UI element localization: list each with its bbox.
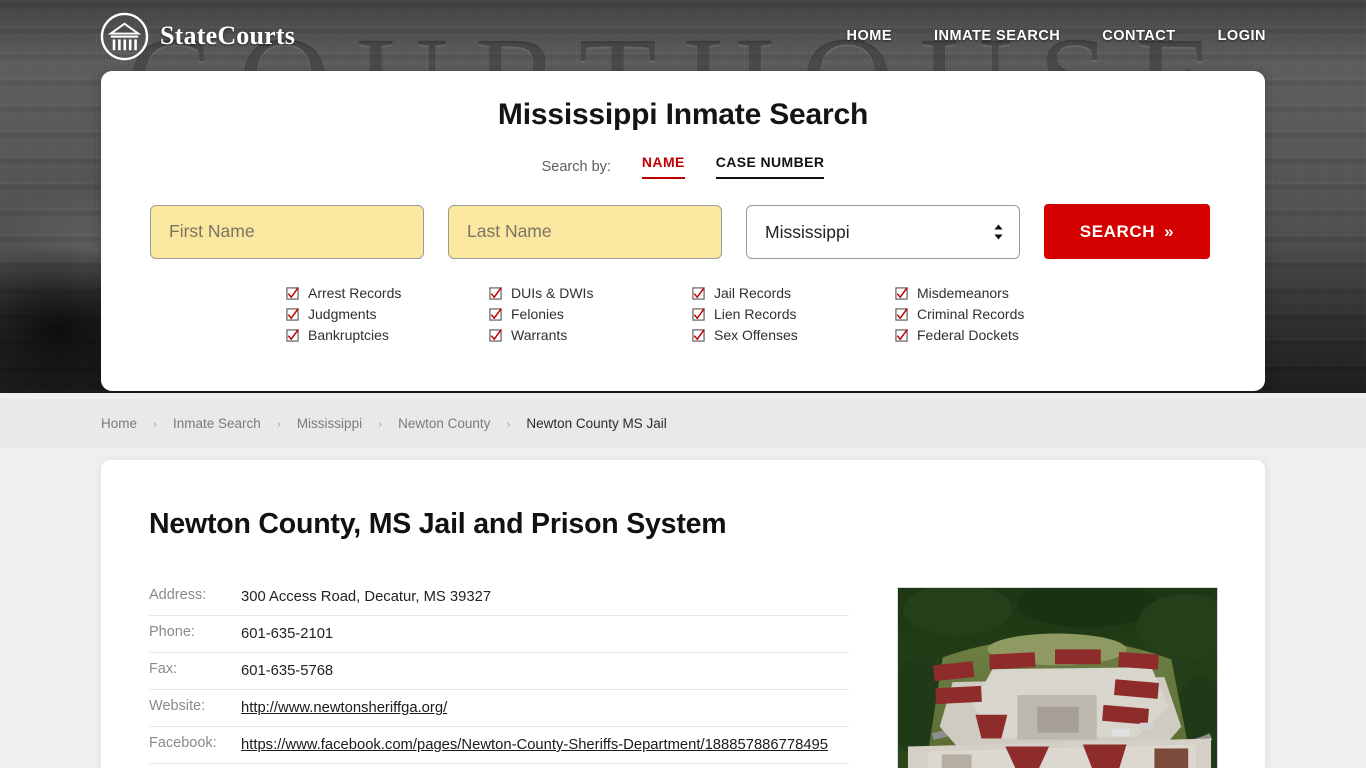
record-type-label: Federal Dockets <box>917 327 1019 343</box>
nav-item-contact[interactable]: CONTACT <box>1102 28 1175 44</box>
checkbox-checked-icon <box>286 328 299 342</box>
record-type-list: Arrest Records DUIs & DWIs Jail Records <box>101 285 1265 343</box>
search-form: Mississippi SEARCH » <box>101 204 1265 259</box>
search-by-label: Search by: <box>541 158 611 175</box>
record-type-item[interactable]: Federal Dockets <box>895 327 1098 343</box>
table-row: Website: http://www.newtonsheriffga.org/ <box>149 690 849 727</box>
breadcrumb-item-current: Newton County MS Jail <box>526 416 667 431</box>
info-label: Fax: <box>149 661 178 677</box>
checkbox-checked-icon <box>489 307 502 321</box>
checkbox-checked-icon <box>895 286 908 300</box>
record-type-item[interactable]: DUIs & DWIs <box>489 285 692 301</box>
record-type-item[interactable]: Lien Records <box>692 306 895 322</box>
record-type-label: Sex Offenses <box>714 327 798 343</box>
record-type-item[interactable]: Judgments <box>286 306 489 322</box>
search-button-label: SEARCH <box>1079 221 1156 241</box>
brand-name: StateCourts <box>160 21 296 50</box>
record-type-label: DUIs & DWIs <box>511 285 594 301</box>
record-type-item[interactable]: Misdemeanors <box>895 285 1098 301</box>
breadcrumb-item-newton-county[interactable]: Newton County <box>398 416 490 431</box>
record-type-label: Warrants <box>511 327 568 343</box>
record-type-label: Felonies <box>511 306 564 322</box>
record-type-label: Bankruptcies <box>308 327 389 343</box>
tab-name[interactable]: NAME <box>641 154 685 179</box>
state-select-wrapper: Mississippi <box>746 204 1020 259</box>
breadcrumb-separator-icon: › <box>276 416 281 431</box>
facility-body: Address: 300 Access Road, Decatur, MS 39… <box>149 587 1218 768</box>
hero-banner: COURTHOUSE StateCourts HOME INMATE SEARC… <box>0 0 1366 393</box>
checkbox-checked-icon <box>895 307 908 321</box>
table-row: Fax: 601-635-5768 <box>149 653 849 690</box>
checkbox-checked-icon <box>895 328 908 342</box>
breadcrumb-item-mississippi[interactable]: Mississippi <box>297 416 362 431</box>
checkbox-checked-icon <box>286 286 299 300</box>
checkbox-checked-icon <box>692 286 705 300</box>
top-navigation-bar: StateCourts HOME INMATE SEARCH CONTACT L… <box>0 0 1366 72</box>
record-type-item[interactable]: Sex Offenses <box>692 327 895 343</box>
double-chevron-right-icon: » <box>1164 222 1175 241</box>
record-type-item[interactable]: Jail Records <box>692 285 895 301</box>
first-name-input[interactable] <box>150 204 424 259</box>
checkbox-checked-icon <box>489 286 502 300</box>
table-row: Address: 300 Access Road, Decatur, MS 39… <box>149 587 849 616</box>
record-type-label: Misdemeanors <box>917 285 1009 301</box>
nav-item-login[interactable]: LOGIN <box>1218 28 1266 44</box>
facility-aerial-photo <box>897 587 1218 768</box>
search-by-row: Search by: NAME CASE NUMBER <box>101 154 1265 179</box>
breadcrumb-separator-icon: › <box>153 416 158 431</box>
search-button[interactable]: SEARCH » <box>1044 204 1210 259</box>
nav-item-home[interactable]: HOME <box>847 28 893 44</box>
website-link[interactable]: http://www.newtonsheriffga.org/ <box>241 698 447 719</box>
breadcrumb-separator-icon: › <box>378 416 383 431</box>
breadcrumb: Home › Inmate Search › Mississippi › New… <box>0 399 1366 448</box>
record-type-label: Judgments <box>308 306 377 322</box>
page-title: Newton County, MS Jail and Prison System <box>149 508 727 540</box>
record-type-label: Jail Records <box>714 285 792 301</box>
facebook-link[interactable]: https://www.facebook.com/pages/Newton-Co… <box>241 735 828 756</box>
info-value-address: 300 Access Road, Decatur, MS 39327 <box>241 589 492 605</box>
courthouse-emblem-icon <box>100 12 149 60</box>
facility-detail-card: Newton County, MS Jail and Prison System… <box>101 460 1265 768</box>
breadcrumb-item-inmate-search[interactable]: Inmate Search <box>173 416 261 431</box>
nav-item-inmate-search[interactable]: INMATE SEARCH <box>934 28 1060 44</box>
last-name-input[interactable] <box>448 204 722 259</box>
inmate-search-card: Mississippi Inmate Search Search by: NAM… <box>101 71 1265 391</box>
record-type-item[interactable]: Warrants <box>489 327 692 343</box>
breadcrumb-item-home[interactable]: Home <box>101 416 137 431</box>
info-label: Phone: <box>149 624 195 640</box>
tab-case-number[interactable]: CASE NUMBER <box>715 154 825 179</box>
info-label: Facebook: <box>149 735 217 751</box>
table-row: Phone: 601-635-2101 <box>149 616 849 653</box>
breadcrumb-separator-icon: › <box>506 416 511 431</box>
record-type-item[interactable]: Bankruptcies <box>286 327 489 343</box>
record-type-label: Criminal Records <box>917 306 1025 322</box>
record-type-label: Arrest Records <box>308 285 402 301</box>
record-type-item[interactable]: Felonies <box>489 306 692 322</box>
checkbox-checked-icon <box>489 328 502 342</box>
info-label: Website: <box>149 698 206 714</box>
info-label: Address: <box>149 587 207 603</box>
info-value-fax: 601-635-5768 <box>241 663 334 679</box>
facility-photo-column <box>897 587 1218 768</box>
record-type-item[interactable]: Arrest Records <box>286 285 489 301</box>
checkbox-checked-icon <box>692 328 705 342</box>
brand-logo[interactable]: StateCourts <box>100 12 295 61</box>
table-row: Facebook: https://www.facebook.com/pages… <box>149 727 849 764</box>
facility-info-table: Address: 300 Access Road, Decatur, MS 39… <box>149 587 849 768</box>
state-select[interactable]: Mississippi <box>746 204 1020 259</box>
checkbox-checked-icon <box>286 307 299 321</box>
main-nav: HOME INMATE SEARCH CONTACT LOGIN <box>847 28 1267 44</box>
search-card-title: Mississippi Inmate Search <box>497 98 869 131</box>
record-type-item[interactable]: Criminal Records <box>895 306 1098 322</box>
info-value-phone: 601-635-2101 <box>241 626 334 642</box>
record-type-label: Lien Records <box>714 306 797 322</box>
checkbox-checked-icon <box>692 307 705 321</box>
